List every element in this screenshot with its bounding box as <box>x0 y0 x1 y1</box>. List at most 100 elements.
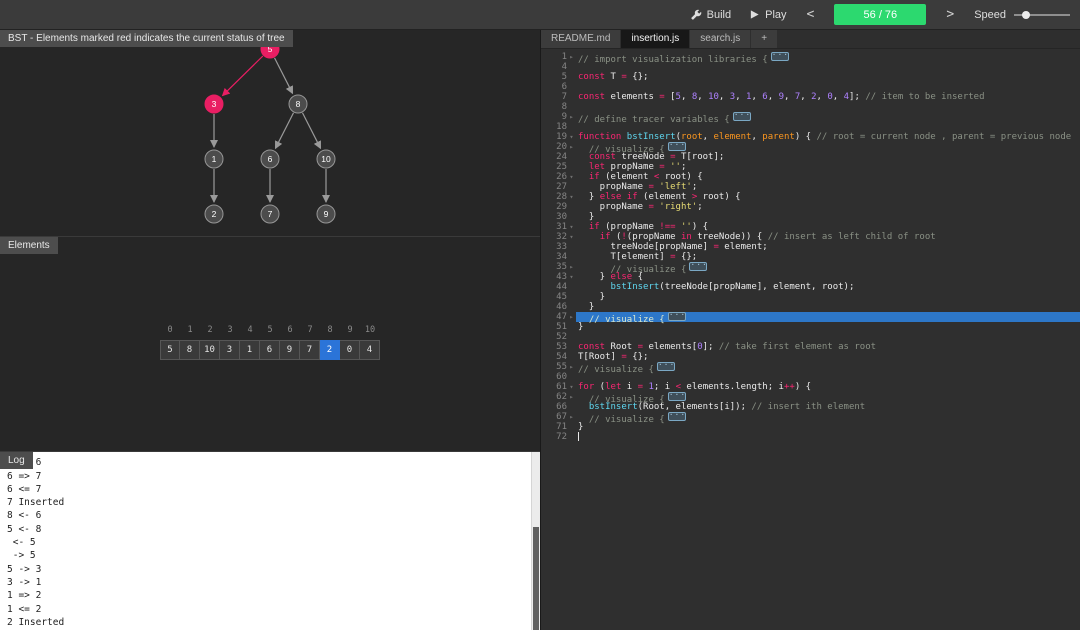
fold-marker-icon[interactable]: ▸ <box>567 312 576 322</box>
fold-marker-empty <box>567 182 576 192</box>
code-text: } <box>576 302 1080 312</box>
code-row: 27 propName = 'left'; <box>541 182 1080 192</box>
speed-slider-knob[interactable] <box>1022 10 1030 19</box>
code-token: 'left' <box>659 182 692 192</box>
code-token: parent <box>762 132 795 142</box>
code-token: , <box>680 92 692 102</box>
fold-marker-icon[interactable]: ▾ <box>567 382 576 392</box>
fold-widget-icon[interactable] <box>770 50 789 61</box>
fold-marker-icon[interactable]: ▾ <box>567 192 576 202</box>
fold-marker-icon[interactable]: ▸ <box>567 52 576 62</box>
fold-widget-icon[interactable] <box>667 140 686 151</box>
editor-tab-search-js[interactable]: search.js <box>690 30 751 48</box>
play-button[interactable]: Play <box>749 8 787 21</box>
bst-tree-graph: 53 81 6 102 7 9 <box>204 39 336 224</box>
code-row: 18 <box>541 122 1080 132</box>
log-output: 5 -> 88 -> 66 => 76 <= 77 Inserted8 <- 6… <box>7 452 528 629</box>
code-row: 52 <box>541 332 1080 342</box>
code-token: elements[ <box>643 342 698 352</box>
log-line: 8 <- 6 <box>7 510 42 522</box>
fold-widget-icon[interactable] <box>667 310 686 321</box>
tree-node-label: 10 <box>321 154 331 164</box>
array-cell-9: 0 <box>340 340 360 360</box>
elements-panel-tab[interactable]: Elements <box>0 237 58 254</box>
log-panel: Log 5 -> 88 -> 66 => 76 <= 77 Inserted8 … <box>0 452 540 630</box>
code-row: 29 propName = 'right'; <box>541 202 1080 212</box>
code-token: (Root, elements[i]); <box>637 402 752 412</box>
code-text: // visualize { <box>576 410 1080 425</box>
array-index-label: 1 <box>187 325 193 335</box>
line-number: 51 <box>556 322 567 332</box>
fold-widget-icon[interactable] <box>667 410 686 421</box>
fold-widget-icon[interactable] <box>732 110 751 121</box>
array-index-label: 4 <box>247 325 253 335</box>
elements-panel: Elements 0 1 2 3 4 5 6 7 8 9 10 5 8 10 3 1 6 9 7 2 0 4 <box>0 237 540 452</box>
fold-widget-icon[interactable] <box>656 360 675 371</box>
code-token: } <box>578 292 606 302</box>
code-row: 19 ▾ function bstInsert(root, element, par… <box>541 132 1080 142</box>
code-row: 51} <box>541 322 1080 332</box>
array-value-row: 5 8 10 3 1 6 9 7 2 0 4 <box>160 340 380 360</box>
step-back-button[interactable]: < <box>805 7 817 22</box>
editor-tab-[interactable]: + <box>751 30 778 48</box>
code-token: ( <box>594 382 606 392</box>
line-number: 33 <box>556 242 567 252</box>
code-token: ) { <box>794 132 817 142</box>
fold-marker-icon[interactable]: ▾ <box>567 232 576 242</box>
line-number: 7 <box>561 92 567 102</box>
code-token: , <box>697 92 709 102</box>
line-number: 62 <box>556 392 567 402</box>
play-icon <box>750 10 759 19</box>
editor-tab-insertion-js[interactable]: insertion.js <box>621 30 690 48</box>
code-token: , <box>751 132 763 142</box>
code-token: else <box>599 192 622 202</box>
line-number: 61 <box>556 382 567 392</box>
play-label: Play <box>765 8 787 21</box>
fold-marker-empty <box>567 302 576 312</box>
code-token: // insert as left child of root <box>767 232 936 242</box>
fold-marker-icon[interactable]: ▸ <box>567 142 576 152</box>
build-button[interactable]: Build <box>690 9 731 21</box>
fold-marker-icon[interactable]: ▸ <box>567 362 576 372</box>
fold-widget-icon[interactable] <box>667 390 686 401</box>
fold-marker-empty <box>567 152 576 162</box>
array-cell-1: 8 <box>180 340 200 360</box>
code-text: treeNode[propName] = element; <box>576 242 1080 252</box>
step-forward-button[interactable]: > <box>944 7 956 22</box>
fold-marker-empty <box>567 102 576 112</box>
fold-marker-icon[interactable]: ▾ <box>567 222 576 232</box>
tree-node-label: 2 <box>212 209 217 219</box>
code-token: '' <box>680 222 692 232</box>
editor-tab-readme-md[interactable]: README.md <box>541 30 621 48</box>
fold-marker-icon[interactable]: ▸ <box>567 392 576 402</box>
code-editor[interactable]: 1▸// import visualization libraries {45c… <box>541 49 1080 630</box>
code-token: Root <box>605 342 638 352</box>
fold-marker-icon[interactable]: ▸ <box>567 112 576 122</box>
fold-marker-icon[interactable]: ▸ <box>567 412 576 422</box>
line-number: 44 <box>556 282 567 292</box>
fold-marker-icon[interactable]: ▾ <box>567 272 576 282</box>
tree-node-label: 3 <box>212 99 217 109</box>
code-token: '' <box>670 162 681 172</box>
tree-panel-tab[interactable]: BST - Elements marked red indicates the … <box>0 30 293 47</box>
fold-marker-empty <box>567 212 576 222</box>
speed-slider[interactable] <box>1014 9 1070 21</box>
fold-marker-icon[interactable]: ▾ <box>567 132 576 142</box>
fold-marker-icon[interactable]: ▸ <box>567 262 576 272</box>
code-token: const <box>578 72 606 82</box>
line-number: 9 <box>561 112 567 122</box>
code-row: 4 <box>541 62 1080 72</box>
code-token: (propName <box>599 222 660 232</box>
code-token: , <box>718 92 730 102</box>
code-token: , <box>751 92 763 102</box>
fold-widget-icon[interactable] <box>689 260 708 271</box>
array-cell-7: 7 <box>300 340 320 360</box>
log-panel-tab[interactable]: Log <box>0 452 33 469</box>
array-index-label: 10 <box>364 325 376 335</box>
fold-marker-icon[interactable]: ▾ <box>567 172 576 182</box>
code-token: ]; <box>849 92 866 102</box>
log-scrollbar-thumb[interactable] <box>533 526 539 630</box>
line-number: 29 <box>556 202 567 212</box>
